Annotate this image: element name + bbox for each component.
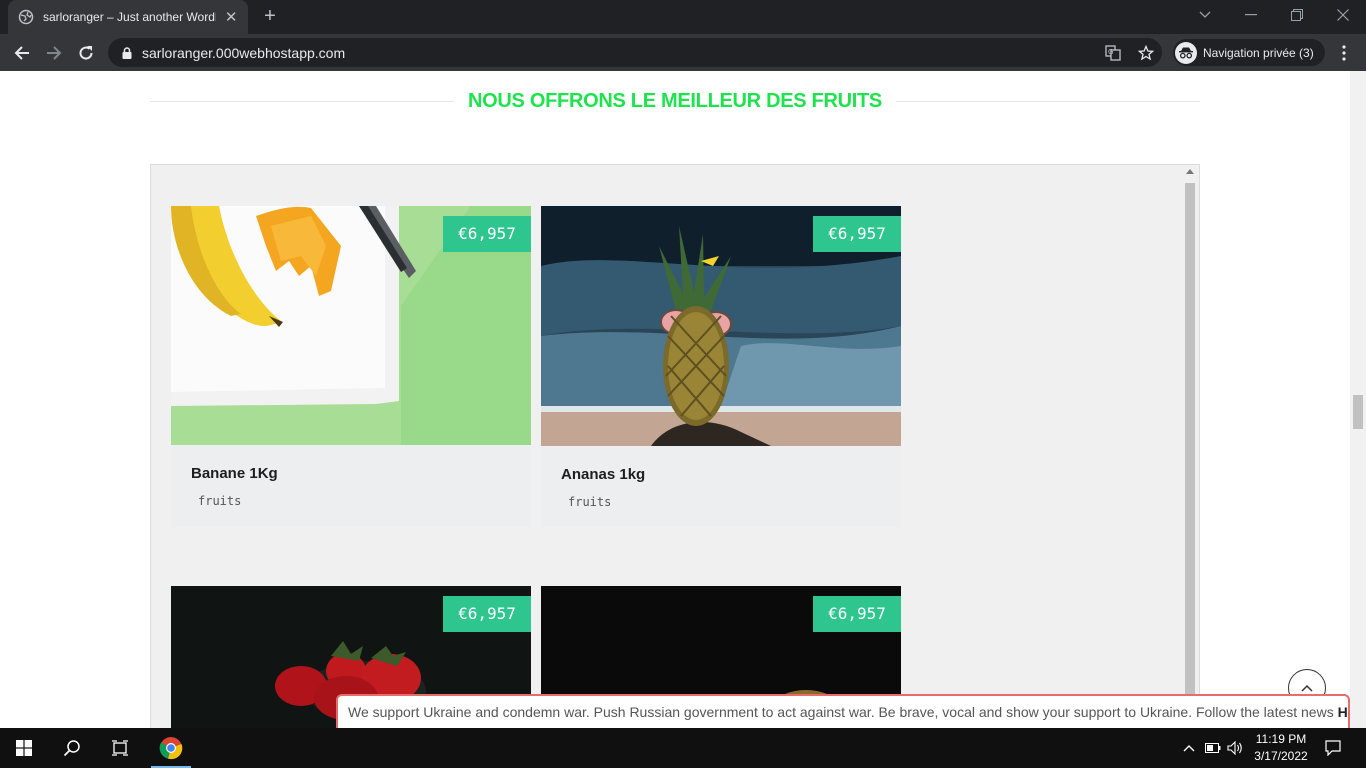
tray-chevron-up-icon[interactable] (1181, 740, 1197, 756)
incognito-button[interactable]: Navigation privée (3) (1173, 39, 1325, 66)
url-text[interactable]: sarloranger.000webhostapp.com (142, 45, 345, 61)
clock-time: 11:19 PM (1255, 732, 1307, 746)
globe-icon (18, 9, 34, 25)
bookmark-star-icon[interactable] (1137, 44, 1155, 62)
search-icon[interactable] (48, 728, 96, 768)
scroll-up-arrow-icon[interactable] (1186, 169, 1194, 174)
notice-link[interactable]: HERE (1338, 704, 1348, 720)
close-window-icon[interactable] (1320, 0, 1366, 30)
tab-title: sarloranger – Just another WordPress sit… (43, 10, 216, 24)
product-image-banana[interactable]: €6,957 (171, 206, 531, 445)
lock-icon[interactable] (118, 44, 136, 62)
address-bar[interactable]: sarloranger.000webhostapp.com G (108, 38, 1162, 67)
price-badge: €6,957 (813, 216, 901, 252)
product-name[interactable]: Ananas 1kg (561, 466, 645, 483)
minimize-icon[interactable] (1228, 0, 1274, 30)
product-card[interactable]: €6,957 Ananas 1kg fruits (541, 206, 901, 527)
price-badge: €6,957 (443, 216, 531, 252)
product-category[interactable]: fruits (198, 494, 241, 508)
browser-titlebar: sarloranger – Just another WordPress sit… (0, 0, 1366, 34)
reload-icon[interactable] (73, 40, 99, 66)
svg-text:G: G (1108, 48, 1113, 56)
ukraine-notice-bar: We support Ukraine and condemn war. Push… (336, 694, 1350, 728)
forward-arrow-icon[interactable] (41, 40, 67, 66)
new-tab-button[interactable]: + (259, 5, 281, 27)
incognito-label: Navigation privée (3) (1203, 45, 1314, 60)
chevron-up-icon (1301, 684, 1313, 692)
notice-text: We support Ukraine and condemn war. Push… (348, 704, 1334, 720)
product-category[interactable]: fruits (568, 495, 611, 509)
restore-icon[interactable] (1274, 0, 1320, 30)
tab-search-icon[interactable] (1182, 0, 1228, 30)
task-view-icon[interactable] (96, 728, 144, 768)
frame-scrollbar[interactable] (1183, 165, 1197, 728)
section-heading: NOUS OFFRONS LE MEILLEUR DES FRUITS (150, 89, 1200, 115)
page-viewport: NOUS OFFRONS LE MEILLEUR DES FRUITS €6,9… (0, 71, 1350, 728)
notifications-icon[interactable] (1325, 740, 1341, 756)
price-badge: €6,957 (813, 596, 901, 632)
volume-icon[interactable] (1227, 740, 1243, 756)
windows-start-icon[interactable] (0, 728, 48, 768)
translate-icon[interactable]: G (1104, 44, 1122, 62)
browser-toolbar: sarloranger.000webhostapp.com G Navigati… (0, 34, 1366, 71)
taskbar-clock[interactable]: 11:19 PM 3/17/2022 (1246, 731, 1316, 765)
product-card[interactable]: €6,957 Banane 1Kg fruits (171, 206, 531, 527)
browser-tab[interactable]: sarloranger – Just another WordPress sit… (8, 0, 248, 34)
product-name[interactable]: Banane 1Kg (191, 465, 278, 482)
frame-scroll-thumb[interactable] (1185, 183, 1195, 728)
incognito-icon (1175, 41, 1197, 64)
tab-close-icon[interactable]: ✕ (224, 8, 238, 26)
chrome-taskbar-icon[interactable] (147, 728, 195, 768)
battery-icon[interactable] (1205, 740, 1221, 756)
back-arrow-icon[interactable] (9, 40, 35, 66)
products-frame: €6,957 Banane 1Kg fruits €6,957 Ananas 1… (150, 164, 1200, 728)
price-badge: €6,957 (443, 596, 531, 632)
product-image-pineapple[interactable]: €6,957 (541, 206, 901, 446)
heading-title-row: NOUS OFFRONS LE MEILLEUR DES FRUITS (150, 90, 1200, 113)
browser-menu-icon[interactable] (1334, 40, 1354, 66)
page-scrollbar[interactable] (1350, 71, 1366, 728)
page-title: NOUS OFFRONS LE MEILLEUR DES FRUITS (454, 90, 896, 112)
page-scroll-thumb[interactable] (1353, 395, 1363, 429)
clock-date: 3/17/2022 (1254, 749, 1308, 763)
windows-taskbar: 11:19 PM 3/17/2022 (0, 728, 1366, 768)
